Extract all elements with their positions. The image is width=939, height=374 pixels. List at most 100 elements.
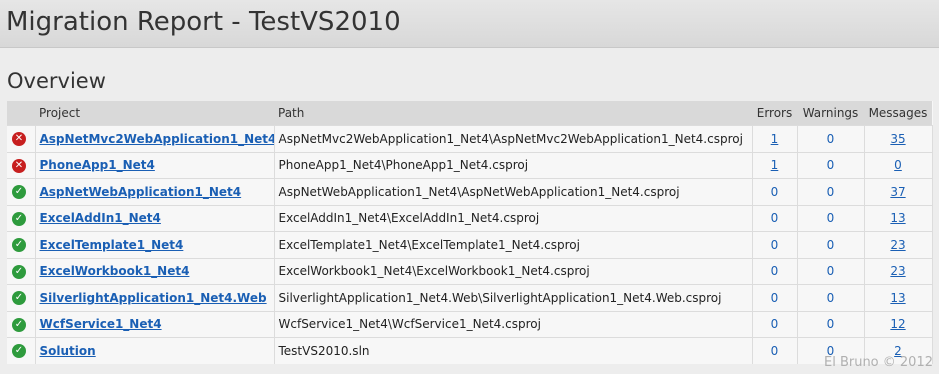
errors-cell: 0 [752, 178, 798, 205]
warnings-cell: 0 [797, 178, 865, 205]
warnings-count: 0 [826, 131, 835, 146]
table-row: ✕ PhoneApp1_Net4 PhoneApp1_Net4\PhoneApp1_… [7, 151, 933, 179]
overview-table: Project Path Errors Warnings Messages ✕ A… [7, 101, 933, 364]
messages-link[interactable]: 0 [894, 158, 902, 172]
warnings-cell: 0 [797, 151, 865, 179]
errors-count: 0 [770, 317, 779, 332]
messages-link[interactable]: 35 [890, 132, 905, 146]
errors-count: 0 [770, 237, 779, 252]
messages-cell: 13 [864, 204, 933, 232]
messages-link[interactable]: 13 [890, 211, 905, 225]
path-cell: ExcelTemplate1_Net4\ExcelTemplate1_Net4.… [274, 231, 753, 258]
project-link[interactable]: WcfService1_Net4 [40, 317, 162, 331]
status-cell: ✓ [7, 257, 36, 285]
errors-cell: 0 [752, 310, 798, 338]
messages-link[interactable]: 13 [890, 291, 905, 305]
check-circle-icon: ✓ [12, 185, 26, 199]
watermark: El Bruno © 2012 [823, 355, 933, 370]
status-cell: ✕ [7, 151, 36, 179]
project-cell: ExcelAddIn1_Net4 [35, 204, 275, 232]
project-cell: AspNetMvc2WebApplication1_Net4 [35, 125, 275, 152]
messages-link[interactable]: 23 [890, 238, 905, 252]
status-cell: ✓ [7, 231, 36, 258]
project-cell: AspNetWebApplication1_Net4 [35, 178, 275, 205]
check-circle-icon: ✓ [12, 291, 26, 305]
errors-cell: 0 [752, 257, 798, 285]
errors-link[interactable]: 1 [771, 158, 779, 172]
project-link[interactable]: PhoneApp1_Net4 [40, 158, 155, 172]
errors-count: 0 [770, 290, 779, 305]
status-cell: ✓ [7, 204, 36, 232]
errors-cell: 0 [752, 231, 798, 258]
table-row: ✓ ExcelTemplate1_Net4 ExcelTemplate1_Net4\… [7, 231, 933, 258]
error-circle-icon: ✕ [12, 158, 26, 173]
warnings-count: 0 [826, 211, 835, 226]
table-row: ✓ ExcelAddIn1_Net4 ExcelAddIn1_Net4\ExcelA… [7, 204, 933, 232]
messages-cell: 23 [864, 257, 933, 285]
warnings-cell: 0 [797, 125, 865, 152]
errors-cell: 1 [752, 151, 798, 179]
messages-cell: 0 [864, 151, 933, 179]
project-cell: ExcelTemplate1_Net4 [35, 231, 275, 258]
status-cell: ✓ [7, 310, 36, 338]
errors-cell: 0 [752, 337, 798, 364]
error-circle-icon: ✕ [12, 132, 26, 146]
table-row: ✕ AspNetMvc2WebApplication1_Net4 AspNetMvc… [7, 125, 933, 152]
path-cell: AspNetMvc2WebApplication1_Net4\AspNetMvc… [274, 125, 753, 152]
project-link[interactable]: Solution [40, 344, 96, 358]
project-cell: WcfService1_Net4 [35, 310, 275, 338]
project-link[interactable]: AspNetMvc2WebApplication1_Net4 [40, 132, 274, 146]
warnings-column-header: Warnings [797, 101, 864, 126]
path-column-header: Path [274, 101, 752, 126]
warnings-count: 0 [826, 158, 835, 173]
errors-count: 0 [770, 184, 779, 199]
warnings-cell: 0 [797, 257, 865, 285]
project-link[interactable]: ExcelAddIn1_Net4 [40, 211, 161, 225]
messages-link[interactable]: 23 [890, 264, 905, 278]
check-circle-icon: ✓ [12, 238, 26, 252]
path-cell: TestVS2010.sln [274, 337, 753, 364]
check-circle-icon: ✓ [12, 264, 26, 279]
table-row: ✓ WcfService1_Net4 WcfService1_Net4\WcfSer… [7, 310, 933, 338]
status-cell: ✓ [7, 284, 36, 311]
warnings-count: 0 [826, 264, 835, 279]
path-cell: SilverlightApplication1_Net4.Web\Silverl… [274, 284, 753, 311]
errors-cell: 0 [752, 284, 798, 311]
check-circle-icon: ✓ [12, 344, 26, 358]
check-circle-icon: ✓ [12, 317, 26, 332]
project-link[interactable]: ExcelWorkbook1_Net4 [40, 264, 190, 278]
project-cell: Solution [35, 337, 275, 364]
table-row: ✓ AspNetWebApplication1_Net4 AspNetWebAppl… [7, 178, 933, 205]
table-row: ✓ ExcelWorkbook1_Net4 ExcelWorkbook1_Net4\… [7, 257, 933, 285]
status-column-header [7, 101, 35, 126]
errors-cell: 1 [752, 125, 798, 152]
project-cell: ExcelWorkbook1_Net4 [35, 257, 275, 285]
warnings-cell: 0 [797, 284, 865, 311]
warnings-count: 0 [826, 290, 835, 305]
errors-count: 0 [770, 343, 779, 358]
warnings-count: 0 [826, 184, 835, 199]
project-link[interactable]: AspNetWebApplication1_Net4 [40, 185, 242, 199]
check-circle-icon: ✓ [12, 211, 26, 226]
project-cell: SilverlightApplication1_Net4.Web [35, 284, 275, 311]
warnings-count: 0 [826, 237, 835, 252]
overview-title: Overview [7, 69, 106, 93]
warnings-cell: 0 [797, 204, 865, 232]
page-title: Migration Report - TestVS2010 [6, 7, 401, 37]
messages-link[interactable]: 37 [890, 185, 905, 199]
errors-count: 0 [770, 211, 779, 226]
table-row: ✓ Solution TestVS2010.sln 0 0 2 [7, 337, 933, 364]
messages-cell: 23 [864, 231, 933, 258]
messages-cell: 13 [864, 284, 933, 311]
project-link[interactable]: ExcelTemplate1_Net4 [40, 238, 184, 252]
path-cell: AspNetWebApplication1_Net4\AspNetWebAppl… [274, 178, 753, 205]
messages-link[interactable]: 12 [890, 317, 905, 331]
status-cell: ✓ [7, 178, 36, 205]
path-cell: WcfService1_Net4\WcfService1_Net4.csproj [274, 310, 753, 338]
errors-link[interactable]: 1 [771, 132, 779, 146]
errors-cell: 0 [752, 204, 798, 232]
project-link[interactable]: SilverlightApplication1_Net4.Web [40, 291, 267, 305]
project-cell: PhoneApp1_Net4 [35, 151, 275, 179]
warnings-count: 0 [826, 317, 835, 332]
errors-count: 0 [770, 264, 779, 279]
